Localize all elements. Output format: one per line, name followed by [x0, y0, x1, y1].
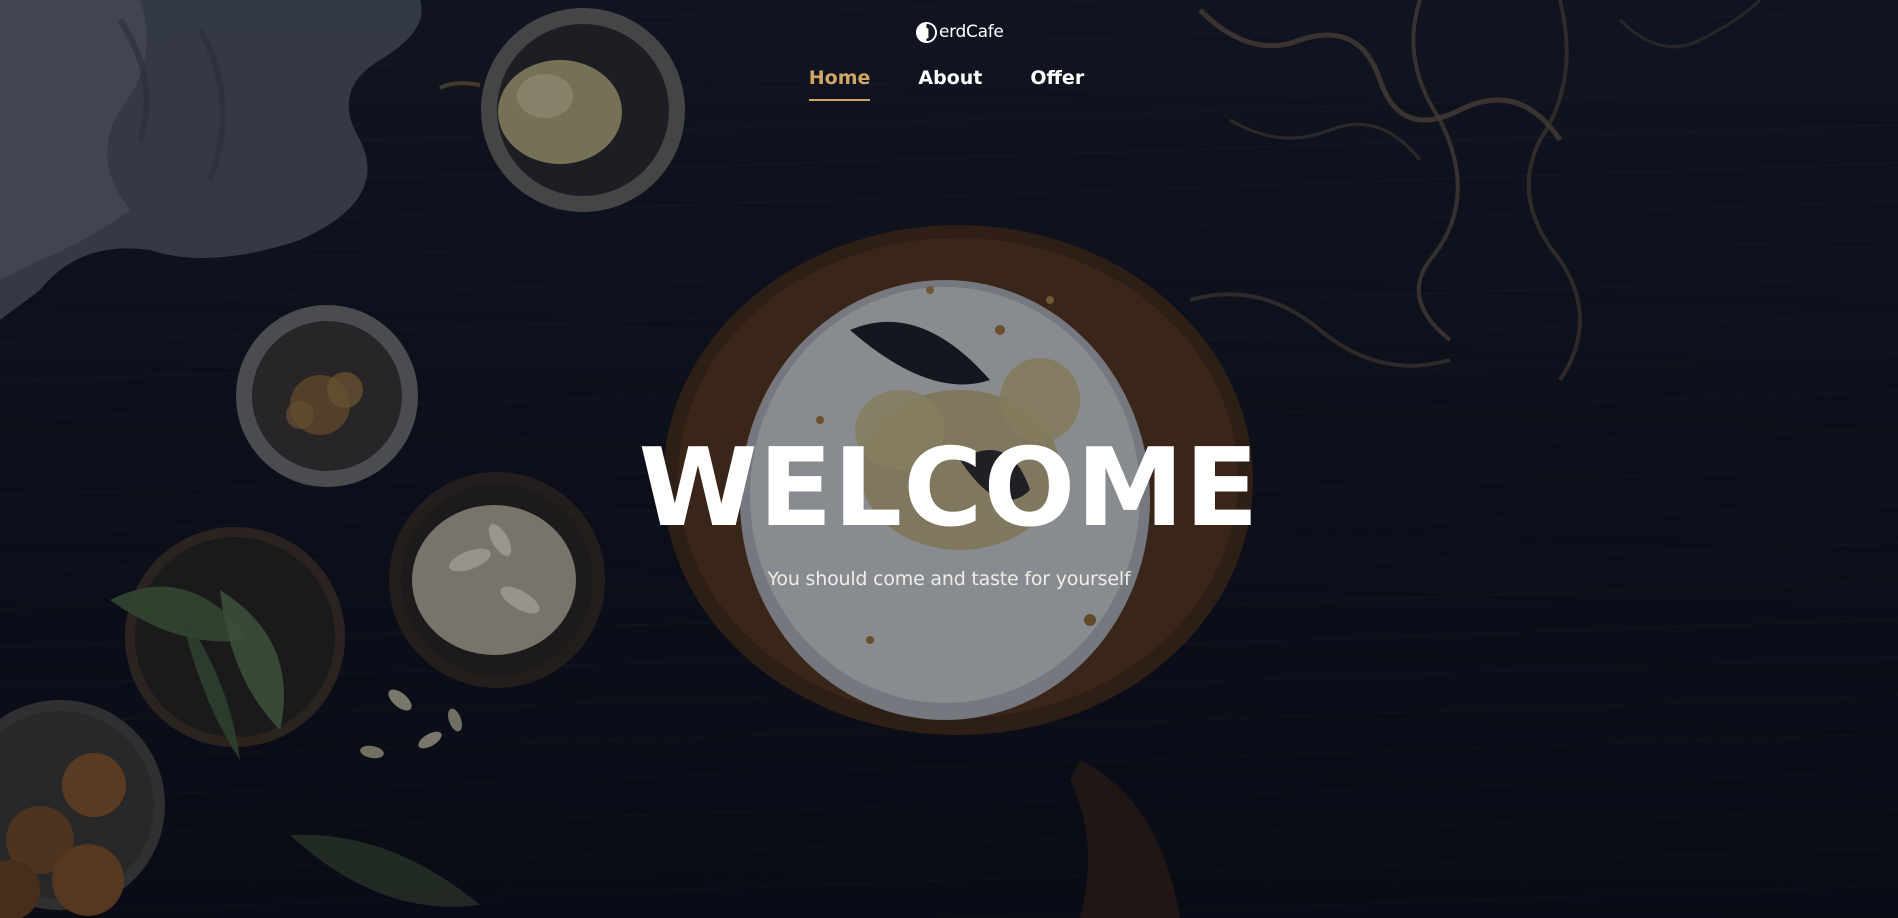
- nav-item-offer[interactable]: Offer: [1030, 64, 1084, 101]
- main-nav: Home About Offer: [0, 64, 1898, 101]
- brand-name: erdCafe: [939, 22, 1004, 42]
- site-header: erdCafe Home About Offer: [0, 0, 1898, 120]
- nav-list: Home About Offer: [785, 64, 1108, 101]
- nav-item-home[interactable]: Home: [808, 64, 870, 101]
- hero-content: WELCOME You should come and taste for yo…: [0, 426, 1898, 591]
- hero-subtitle: You should come and taste for yourself: [767, 568, 1131, 590]
- hero-title: WELCOME: [638, 426, 1260, 551]
- brand-logo[interactable]: erdCafe: [915, 19, 1004, 45]
- nav-item-about[interactable]: About: [918, 64, 982, 101]
- half-moon-logo-icon: [915, 21, 938, 43]
- hero-section: erdCafe Home About Offer WELCOME You sho…: [0, 0, 1898, 918]
